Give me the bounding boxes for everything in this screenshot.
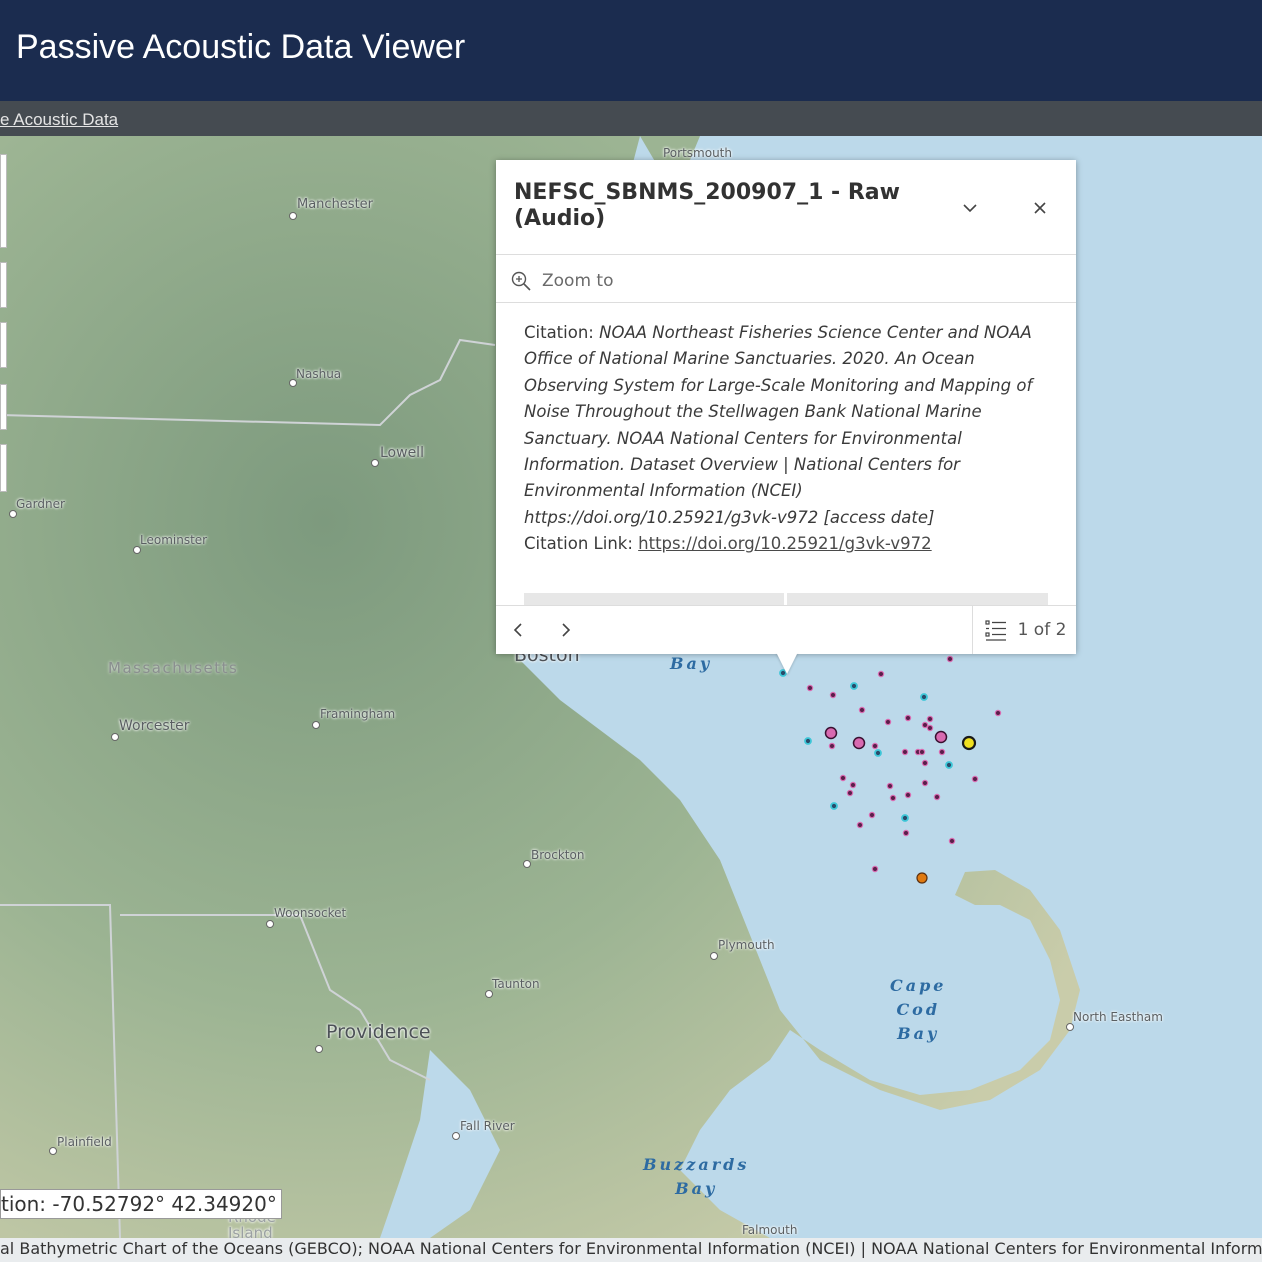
close-icon <box>1034 202 1046 214</box>
recording-marker[interactable] <box>946 655 954 663</box>
recording-marker[interactable] <box>868 811 876 819</box>
selected-recording-marker[interactable] <box>961 735 977 751</box>
zoom-in-icon <box>511 271 531 291</box>
next-feature-button[interactable] <box>552 616 580 644</box>
recording-marker[interactable] <box>871 742 879 750</box>
map-attribution: al Bathymetric Chart of the Oceans (GEBC… <box>0 1238 1262 1262</box>
chevron-down-icon <box>963 204 977 213</box>
recording-marker[interactable] <box>901 748 909 756</box>
app-header: Passive Acoustic Data Viewer <box>0 0 1262 101</box>
app-title: Passive Acoustic Data Viewer <box>16 28 466 66</box>
recording-marker-highlighted[interactable] <box>850 682 858 690</box>
zoom-to-label: Zoom to <box>542 271 614 291</box>
recording-marker[interactable] <box>921 759 929 767</box>
recording-marker[interactable] <box>806 684 814 692</box>
recording-marker-highlighted[interactable] <box>920 693 928 701</box>
recording-marker[interactable] <box>877 670 885 678</box>
recording-marker[interactable] <box>849 781 857 789</box>
recording-marker[interactable] <box>948 837 956 845</box>
recording-marker[interactable] <box>904 714 912 722</box>
divider <box>496 302 1076 303</box>
recording-marker[interactable] <box>938 748 946 756</box>
coordinate-readout: tion: -70.52792° 42.34920° <box>0 1189 282 1219</box>
citation-link-label: Citation Link: <box>524 534 639 554</box>
recording-marker-highlighted[interactable] <box>804 737 812 745</box>
popup-pointer <box>776 652 798 674</box>
sub-navigation-bar: e Acoustic Data <box>0 101 1262 136</box>
chevron-right-icon <box>562 623 571 637</box>
recording-marker[interactable] <box>918 748 926 756</box>
recording-marker[interactable] <box>886 782 894 790</box>
citation-label: Citation: <box>524 323 600 342</box>
recording-marker-highlighted[interactable] <box>901 814 909 822</box>
recording-marker[interactable] <box>856 821 864 829</box>
feature-popup: NEFSC_SBNMS_200907_1 - Raw (Audio) Zoom … <box>496 160 1076 654</box>
citation-text: NOAA Northeast Fisheries Science Center … <box>524 323 1033 527</box>
close-button[interactable] <box>1026 194 1054 222</box>
recording-marker[interactable] <box>828 742 836 750</box>
chevron-left-icon <box>513 623 522 637</box>
recording-marker-cluster[interactable] <box>852 736 866 750</box>
recording-marker-highlighted[interactable] <box>874 749 882 757</box>
attribute-table-header <box>524 593 1048 605</box>
zoom-to-button[interactable]: Zoom to <box>510 266 613 296</box>
recording-marker[interactable] <box>926 724 934 732</box>
recording-marker[interactable] <box>846 789 854 797</box>
recording-marker[interactable] <box>902 829 910 837</box>
popup-title: NEFSC_SBNMS_200907_1 - Raw (Audio) <box>514 180 900 231</box>
recording-marker[interactable] <box>829 691 837 699</box>
recording-marker[interactable] <box>971 775 979 783</box>
recording-marker[interactable] <box>994 709 1002 717</box>
other-data-marker[interactable] <box>916 872 928 884</box>
previous-feature-button[interactable] <box>504 616 532 644</box>
list-icon <box>984 620 1006 641</box>
passive-acoustic-data-link[interactable]: e Acoustic Data <box>0 110 118 130</box>
recording-marker[interactable] <box>839 774 847 782</box>
recording-marker-cluster[interactable] <box>824 726 838 740</box>
recording-marker-highlighted[interactable] <box>830 802 838 810</box>
recording-marker-highlighted[interactable] <box>945 761 953 769</box>
feature-count: 1 of 2 <box>1017 620 1067 640</box>
popup-content: Citation: NOAA Northeast Fisheries Scien… <box>524 320 1044 558</box>
recording-marker[interactable] <box>889 794 897 802</box>
recording-marker[interactable] <box>884 718 892 726</box>
popup-footer: 1 of 2 <box>496 605 1076 654</box>
collapse-button[interactable] <box>956 194 984 222</box>
citation-link[interactable]: https://doi.org/10.25921/g3vk-v972 <box>638 534 932 553</box>
feature-list-button[interactable]: 1 of 2 <box>972 606 1077 654</box>
recording-marker[interactable] <box>926 715 934 723</box>
recording-marker[interactable] <box>904 791 912 799</box>
recording-marker[interactable] <box>871 865 879 873</box>
divider <box>496 254 1076 255</box>
recording-marker[interactable] <box>858 706 866 714</box>
recording-marker-cluster[interactable] <box>934 730 948 744</box>
recording-marker[interactable] <box>933 793 941 801</box>
recording-marker[interactable] <box>921 779 929 787</box>
recording-marker[interactable] <box>921 721 929 729</box>
